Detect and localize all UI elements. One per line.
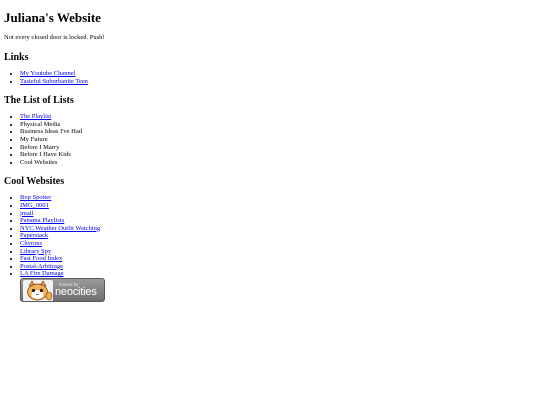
paperstack-link[interactable]: Paperstack [20, 232, 48, 239]
list-item: LA Fire Damage [20, 270, 534, 278]
list-item: Before I Marry [20, 144, 534, 152]
links-list: My Youtube Channel Tasteful Suburbanite … [4, 70, 534, 85]
list-item: My Future [20, 136, 534, 144]
list-of-lists-heading: The List of Lists [4, 95, 74, 107]
list-item: Chyrons [20, 240, 534, 248]
library-spy-link[interactable]: Library Spy [20, 248, 51, 255]
list-item: Paperstack [20, 232, 534, 240]
tagline: Not every closed door is locked. Push! [4, 34, 105, 41]
bop-spotter-link[interactable]: Bop Spotter [20, 194, 51, 201]
list-item: Business Ideas I've Had [20, 128, 534, 136]
list-item: Panama Playlists [20, 217, 534, 225]
page-title: Juliana's Website [4, 10, 101, 25]
youtube-channel-link[interactable]: My Youtube Channel [20, 70, 75, 77]
jmail-link[interactable]: jmail [20, 210, 33, 217]
list-item: Postal-Arbitrage [20, 263, 534, 271]
list-item: My Youtube Channel [20, 70, 534, 78]
list-item: Fast Food Index [20, 255, 534, 263]
img-0001-link[interactable]: IMG_0001 [20, 202, 49, 209]
list-item: Physical Media [20, 121, 534, 129]
neocities-brand-text: neocities [55, 286, 97, 298]
list-item: NYC Weather Outfit Watching [20, 225, 534, 233]
chyrons-link[interactable]: Chyrons [20, 240, 42, 247]
postal-arbitrage-link[interactable]: Postal-Arbitrage [20, 263, 63, 270]
neocities-cat-icon [23, 280, 53, 301]
list-item: Cool Websites [20, 159, 534, 167]
list-item: Tasteful Suburbanite Teen [20, 78, 534, 86]
fast-food-index-link[interactable]: Fast Food Index [20, 255, 62, 262]
tasteful-suburbanite-teen-link[interactable]: Tasteful Suburbanite Teen [20, 78, 88, 85]
list-item: Before I Have Kids [20, 151, 534, 159]
cool-websites-heading: Cool Websites [4, 176, 65, 188]
the-playlist-link[interactable]: The Playlist [20, 113, 51, 120]
panama-playlists-link[interactable]: Panama Playlists [20, 217, 64, 224]
la-fire-damage-link[interactable]: LA Fire Damage [20, 270, 64, 277]
list-of-lists: The Playlist Physical Media Business Ide… [4, 113, 534, 166]
list-item: jmail [20, 210, 534, 218]
list-item: Bop Spotter [20, 194, 534, 202]
links-heading: Links [4, 52, 29, 63]
list-item: Library Spy [20, 248, 534, 256]
list-item: The Playlist [20, 113, 534, 121]
nyc-weather-outfit-link[interactable]: NYC Weather Outfit Watching [20, 225, 100, 232]
hosted-by-neocities-badge[interactable]: hosted by neocities [20, 278, 105, 302]
list-item: IMG_0001 [20, 202, 534, 210]
page-content: Juliana's Website Not every closed door … [4, 0, 534, 278]
cool-websites-list: Bop Spotter IMG_0001 jmail Panama Playli… [4, 194, 534, 278]
